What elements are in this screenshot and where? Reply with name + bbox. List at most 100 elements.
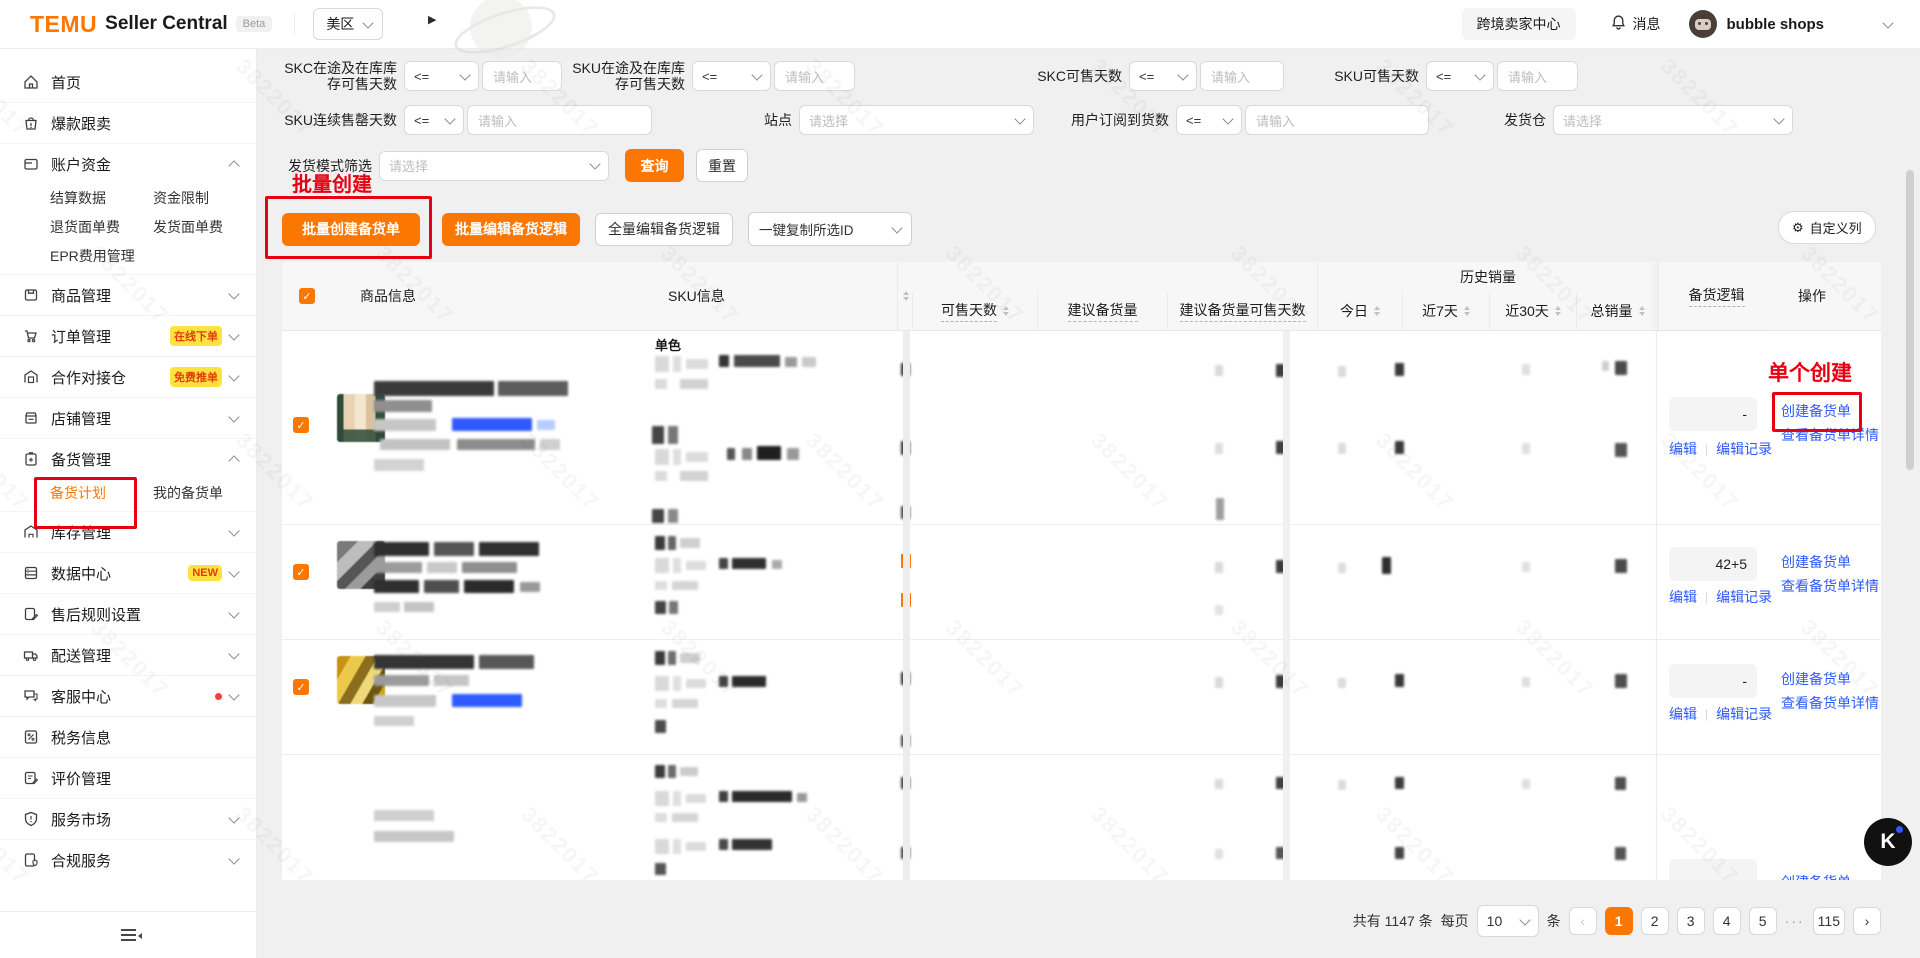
create-stock-order-link[interactable]: 创建备货单 bbox=[1781, 872, 1851, 880]
filter-input[interactable]: 请输入 bbox=[482, 61, 562, 91]
filter-input[interactable]: 请输入 bbox=[1497, 61, 1578, 91]
filter-input[interactable]: 请输入 bbox=[467, 105, 652, 135]
full-edit-stock-logic-button[interactable]: 全量编辑备货逻辑 bbox=[595, 213, 733, 246]
view-stock-order-detail-link[interactable]: 查看备货单详情 bbox=[1781, 693, 1879, 713]
page-button-4[interactable]: 4 bbox=[1713, 907, 1741, 935]
region-select[interactable]: 美区 bbox=[313, 8, 383, 40]
chevron-down-icon bbox=[228, 288, 239, 299]
create-stock-order-link[interactable]: 创建备货单 bbox=[1781, 669, 1851, 689]
clipboard-plus-icon bbox=[22, 450, 40, 468]
col-last7[interactable]: 近7天 bbox=[1402, 292, 1489, 330]
chevron-down-icon bbox=[228, 812, 239, 823]
page-button-1[interactable]: 1 bbox=[1605, 907, 1633, 935]
view-stock-order-detail-link[interactable]: 查看备货单详情 bbox=[1781, 576, 1879, 596]
percent-doc-icon bbox=[22, 728, 40, 746]
col-today[interactable]: 今日 bbox=[1317, 292, 1402, 330]
filter-input[interactable]: 请输入 bbox=[774, 61, 855, 91]
online-order-badge: 在线下单 bbox=[170, 326, 222, 346]
operator-select[interactable]: <= bbox=[404, 105, 464, 135]
edit-record-link[interactable]: 编辑记录 bbox=[1716, 587, 1772, 607]
operator-select[interactable]: <= bbox=[692, 61, 771, 91]
sidebar-item-hot-follow[interactable]: 爆款跟卖 bbox=[0, 102, 256, 143]
page-button-2[interactable]: 2 bbox=[1641, 907, 1669, 935]
sidebar-item-stock-mgmt[interactable]: 备货管理 bbox=[0, 438, 256, 479]
operator-select[interactable]: <= bbox=[404, 61, 479, 91]
sidebar-item-data-center[interactable]: 数据中心 NEW bbox=[0, 552, 256, 593]
batch-create-annotation: 批量创建 bbox=[292, 168, 372, 197]
sidebar-subitem-return-label-fee[interactable]: 退货面单费 bbox=[50, 217, 153, 237]
sidebar-item-label: 售后规则设置 bbox=[51, 604, 141, 625]
header-divider bbox=[294, 13, 295, 35]
chevron-down-icon bbox=[228, 411, 239, 422]
cross-border-center-button[interactable]: 跨境卖家中心 bbox=[1462, 8, 1576, 40]
sidebar-subitem-epr-fee[interactable]: EPR费用管理 bbox=[50, 246, 153, 266]
stock-logic-value[interactable]: - bbox=[1669, 397, 1757, 431]
page-button-3[interactable]: 3 bbox=[1677, 907, 1705, 935]
helper-fab-button[interactable]: K bbox=[1864, 818, 1912, 866]
copy-selected-ids-select[interactable]: 一键复制所选ID bbox=[748, 212, 912, 246]
batch-edit-stock-logic-button[interactable]: 批量编辑备货逻辑 bbox=[442, 213, 580, 246]
prev-page-button[interactable]: ‹ bbox=[1569, 907, 1597, 935]
select-all-checkbox[interactable]: ✓ bbox=[282, 262, 332, 330]
page-size-select[interactable]: 10 bbox=[1477, 905, 1539, 937]
warehouse-select[interactable]: 请选择 bbox=[1553, 105, 1793, 135]
sidebar-item-partner-warehouse[interactable]: 合作对接仓 免费推单 bbox=[0, 356, 256, 397]
reset-button[interactable]: 重置 bbox=[696, 149, 748, 182]
sidebar-item-home[interactable]: 首页 bbox=[0, 62, 256, 102]
operator-select[interactable]: <= bbox=[1129, 61, 1197, 91]
chevron-down-icon bbox=[228, 525, 239, 536]
sidebar-item-order-mgmt[interactable]: 订单管理 在线下单 bbox=[0, 315, 256, 356]
stock-logic-value[interactable] bbox=[1669, 859, 1757, 880]
stock-logic-value[interactable]: 42+5 bbox=[1669, 547, 1757, 581]
sidebar-item-aftersale-rules[interactable]: 售后规则设置 bbox=[0, 593, 256, 634]
col-suggested-qty[interactable]: 建议备货量 bbox=[1037, 292, 1167, 330]
sidebar-subitem-settlement[interactable]: 结算数据 bbox=[50, 188, 153, 208]
sidebar-subitem-ship-label-fee[interactable]: 发货面单费 bbox=[153, 217, 256, 237]
row-checkbox[interactable]: ✓ bbox=[293, 679, 309, 695]
col-total-sales[interactable]: 总销量 bbox=[1576, 292, 1658, 330]
sidebar-item-account-funds[interactable]: 账户资金 bbox=[0, 143, 256, 184]
next-page-button[interactable]: › bbox=[1853, 907, 1881, 935]
query-button[interactable]: 查询 bbox=[625, 149, 684, 182]
edit-link[interactable]: 编辑 bbox=[1669, 587, 1697, 607]
col-partial-sort[interactable] bbox=[897, 262, 912, 330]
ship-mode-select[interactable]: 请选择 bbox=[379, 151, 609, 181]
edit-link[interactable]: 编辑 bbox=[1669, 704, 1697, 724]
customize-columns-button[interactable]: ⚙ 自定义列 bbox=[1778, 211, 1876, 244]
edit-record-link[interactable]: 编辑记录 bbox=[1716, 439, 1772, 459]
operator-select[interactable]: <= bbox=[1426, 61, 1494, 91]
vertical-scrollbar[interactable] bbox=[1906, 170, 1914, 470]
filter-input[interactable]: 请输入 bbox=[1245, 105, 1429, 135]
sidebar-item-tax-info[interactable]: 税务信息 bbox=[0, 716, 256, 757]
edit-link[interactable]: 编辑 bbox=[1669, 439, 1697, 459]
sidebar-item-product-mgmt[interactable]: 商品管理 bbox=[0, 274, 256, 315]
col-last30[interactable]: 近30天 bbox=[1489, 292, 1576, 330]
row-checkbox[interactable]: ✓ bbox=[293, 417, 309, 433]
temu-logo[interactable]: TEMU bbox=[30, 11, 97, 38]
sidebar-subitem-fund-limit[interactable]: 资金限制 bbox=[153, 188, 256, 208]
page-button-last[interactable]: 115 bbox=[1813, 907, 1845, 935]
sidebar-item-shop-mgmt[interactable]: 店铺管理 bbox=[0, 397, 256, 438]
chevron-down-icon[interactable] bbox=[1882, 17, 1893, 28]
sidebar-item-customer-service[interactable]: 客服中心 bbox=[0, 675, 256, 716]
filter-label: SKC在途及在库库存可售天数 bbox=[282, 60, 397, 92]
account-name: bubble shops bbox=[1727, 16, 1825, 33]
page-button-5[interactable]: 5 bbox=[1749, 907, 1777, 935]
sidebar-item-compliance[interactable]: 合规服务 bbox=[0, 839, 256, 880]
row-checkbox[interactable]: ✓ bbox=[293, 564, 309, 580]
sidebar-item-service-market[interactable]: 服务市场 bbox=[0, 798, 256, 839]
sidebar-item-review-mgmt[interactable]: 评价管理 bbox=[0, 757, 256, 798]
stock-logic-value[interactable]: - bbox=[1669, 664, 1757, 698]
sidebar-subitem-my-stock-orders[interactable]: 我的备货单 bbox=[153, 483, 256, 503]
operator-select[interactable]: <= bbox=[1176, 105, 1242, 135]
filter-input[interactable]: 请输入 bbox=[1200, 61, 1284, 91]
sidebar-collapse-button[interactable] bbox=[0, 911, 256, 958]
filter-row-3: 发货模式筛选 请选择 查询 重置 bbox=[282, 149, 1881, 182]
sidebar-item-delivery-mgmt[interactable]: 配送管理 bbox=[0, 634, 256, 675]
site-select[interactable]: 请选择 bbox=[799, 105, 1034, 135]
avatar[interactable] bbox=[1689, 10, 1717, 38]
messages-button[interactable]: 消息 bbox=[1610, 14, 1661, 34]
col-sellable-days[interactable]: 可售天数 bbox=[912, 292, 1037, 330]
edit-record-link[interactable]: 编辑记录 bbox=[1716, 704, 1772, 724]
create-stock-order-link[interactable]: 创建备货单 bbox=[1781, 552, 1851, 572]
